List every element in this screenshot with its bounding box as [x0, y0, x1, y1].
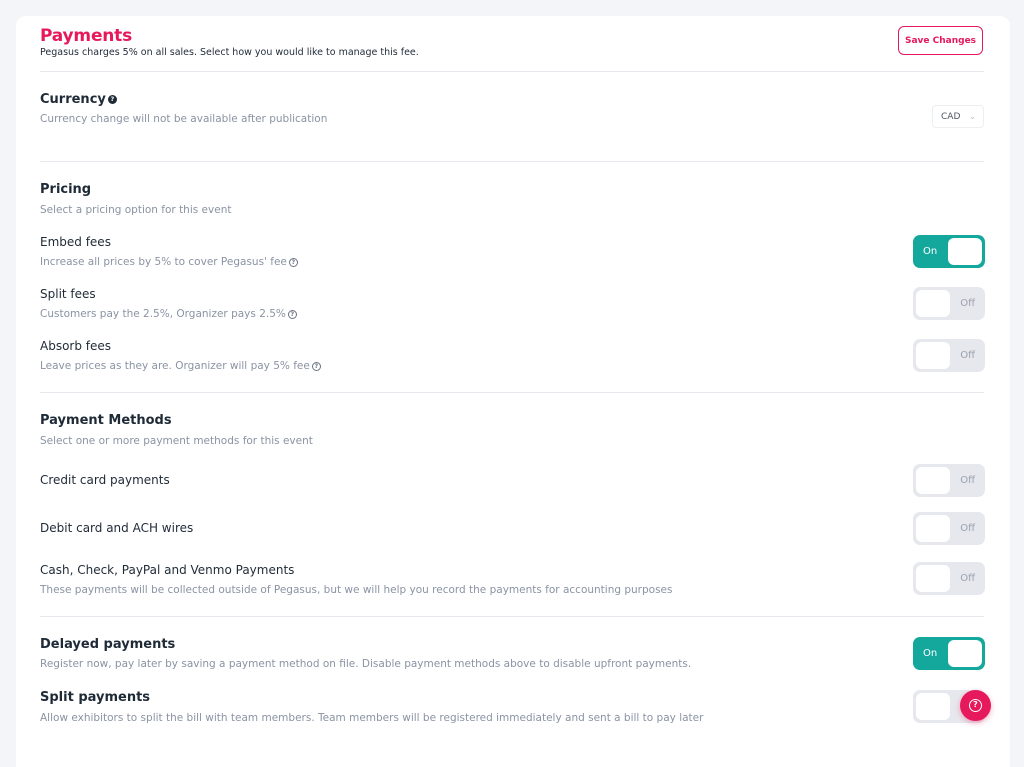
currency-select[interactable]: CAD ⌄: [932, 105, 984, 128]
delayed-payments-description: Register now, pay later by saving a paym…: [40, 658, 692, 670]
split-payments-description: Allow exhibitors to split the bill with …: [40, 712, 704, 724]
toggle-knob: [916, 342, 950, 369]
help-chat-button[interactable]: ?: [960, 690, 991, 721]
page-subtitle: Pegasus charges 5% on all sales. Select …: [40, 47, 419, 58]
absorb-fees-label: Absorb fees: [40, 339, 112, 353]
currency-title: Currency: [40, 92, 106, 107]
debit-card-label: Debit card and ACH wires: [40, 521, 194, 535]
toggle-knob: [948, 640, 982, 667]
help-icon[interactable]: ?: [311, 361, 321, 371]
currency-value: CAD: [941, 111, 961, 122]
toggle-state: Off: [960, 523, 975, 534]
delayed-payments-title: Delayed payments: [40, 637, 176, 652]
pricing-title: Pricing: [40, 182, 92, 197]
toggle-knob: [916, 693, 950, 720]
help-icon[interactable]: ?: [287, 309, 297, 319]
payments-card: Payments Pegasus charges 5% on all sales…: [16, 16, 1010, 767]
divider: [40, 616, 984, 617]
embed-fees-toggle[interactable]: On: [913, 235, 985, 268]
absorb-fees-description: Leave prices as they are. Organizer will…: [40, 360, 321, 372]
split-fees-description-text: Customers pay the 2.5%, Organizer pays 2…: [40, 308, 286, 320]
chevron-down-icon: ⌄: [969, 112, 976, 121]
split-fees-label: Split fees: [40, 287, 96, 301]
payment-methods-title: Payment Methods: [40, 413, 172, 428]
split-fees-description: Customers pay the 2.5%, Organizer pays 2…: [40, 308, 297, 320]
toggle-state: Off: [960, 350, 975, 361]
toggle-knob: [916, 290, 950, 317]
embed-fees-description: Increase all prices by 5% to cover Pegas…: [40, 256, 298, 268]
help-icon[interactable]: ?: [288, 257, 298, 267]
cash-check-toggle[interactable]: Off: [913, 562, 985, 595]
credit-card-label: Credit card payments: [40, 473, 170, 487]
currency-description: Currency change will not be available af…: [40, 113, 328, 125]
credit-card-toggle[interactable]: Off: [913, 464, 985, 497]
absorb-fees-toggle[interactable]: Off: [913, 339, 985, 372]
absorb-fees-description-text: Leave prices as they are. Organizer will…: [40, 360, 310, 372]
toggle-knob: [916, 565, 950, 592]
toggle-state: On: [923, 648, 938, 659]
cash-check-description: These payments will be collected outside…: [40, 584, 673, 596]
toggle-knob: [916, 515, 950, 542]
toggle-knob: [916, 467, 950, 494]
help-chat-icon: ?: [969, 699, 982, 712]
help-icon[interactable]: ?: [107, 95, 117, 104]
pricing-description: Select a pricing option for this event: [40, 204, 232, 216]
toggle-state: On: [923, 246, 938, 257]
divider: [40, 71, 984, 72]
debit-card-toggle[interactable]: Off: [913, 512, 985, 545]
currency-heading: Currency?: [40, 92, 117, 107]
payment-methods-description: Select one or more payment methods for t…: [40, 435, 313, 447]
delayed-payments-toggle[interactable]: On: [913, 637, 985, 670]
toggle-knob: [948, 238, 982, 265]
divider: [40, 161, 984, 162]
divider: [40, 392, 984, 393]
save-changes-button[interactable]: Save Changes: [898, 26, 983, 55]
toggle-state: Off: [960, 573, 975, 584]
cash-check-label: Cash, Check, PayPal and Venmo Payments: [40, 563, 295, 577]
toggle-state: Off: [960, 475, 975, 486]
embed-fees-description-text: Increase all prices by 5% to cover Pegas…: [40, 256, 287, 268]
split-payments-title: Split payments: [40, 690, 151, 705]
embed-fees-label: Embed fees: [40, 235, 111, 249]
page-title: Payments: [40, 26, 133, 46]
split-fees-toggle[interactable]: Off: [913, 287, 985, 320]
toggle-state: Off: [960, 298, 975, 309]
